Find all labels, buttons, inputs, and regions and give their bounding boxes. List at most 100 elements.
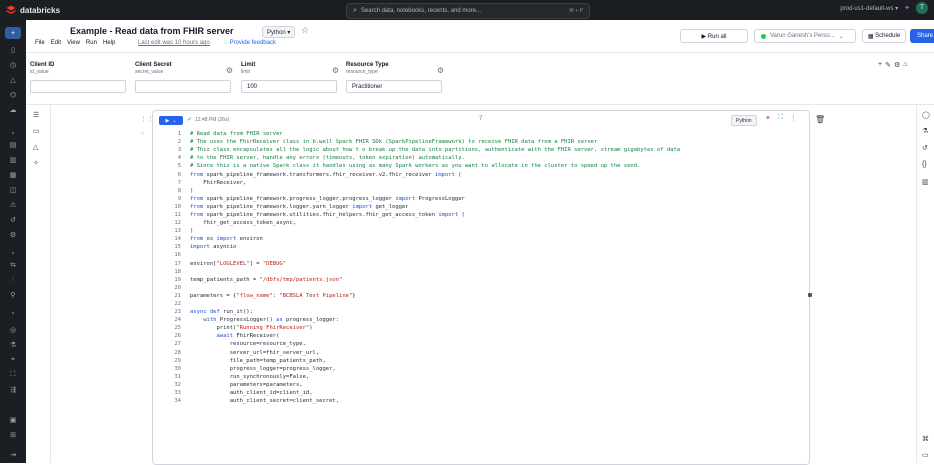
sql-editor-icon[interactable]: ▤ (8, 140, 18, 150)
code-line[interactable]: 18 (153, 268, 809, 276)
code-line[interactable]: 24 with ProgressLogger() as progress_log… (153, 316, 809, 324)
collapse-cell-icon[interactable]: ⌄ (140, 129, 145, 136)
schedule-button[interactable]: ▦ Schedule (862, 29, 906, 43)
code-cell[interactable]: ▶ ⌄ ✓ 12:48 PM (26s) 7 Python ✦ ⛶ ⋮ 1 # R… (152, 110, 810, 465)
favorite-star-icon[interactable]: ☆ (301, 25, 309, 36)
run-cell-button[interactable]: ▶ ⌄ (159, 116, 183, 125)
scrollbar-marker[interactable] (808, 293, 812, 297)
code-line[interactable]: 15 import asyncio (153, 243, 809, 251)
workspace-icon[interactable]: ▯ (8, 45, 18, 55)
shortcuts-icon[interactable]: ⌘ (922, 435, 929, 443)
code-line[interactable]: 29 file_path=temp_patients_path, (153, 357, 809, 365)
comments-icon[interactable]: ◯ (922, 111, 930, 119)
code-line[interactable]: 30 progress_logger=progress_logger, (153, 365, 809, 373)
code-line[interactable]: 34 auth_client_secret=client_secret, (153, 397, 809, 405)
code-line[interactable]: 22 (153, 300, 809, 308)
code-line[interactable]: 11 from spark_pipeline_framework.utilitie… (153, 211, 809, 219)
run-all-button[interactable]: ▶ Run all (680, 29, 748, 43)
share-button[interactable]: Share (910, 29, 934, 43)
code-line[interactable]: 5 # Since this is a native Spark class it… (153, 162, 809, 170)
code-line[interactable]: 23 async def run_it(): (153, 308, 809, 316)
assistant-icon[interactable]: ✦ (765, 114, 771, 122)
code-line[interactable]: 28 server_url=fhir_server_url, (153, 349, 809, 357)
collapse-sidebar-icon[interactable]: ⇥ (8, 450, 18, 460)
menu-file[interactable]: File (35, 40, 45, 46)
catalog-icon[interactable]: △ (8, 75, 18, 85)
code-line[interactable]: 3 # This class encapsulates all the logic… (153, 146, 809, 154)
workspace-switcher[interactable]: prod-us1-default-ws ▾ (840, 5, 898, 12)
code-line[interactable]: 4 # to the FHIR server, handle any errors… (153, 154, 809, 162)
menu-help[interactable]: Help (103, 40, 115, 46)
query-history-icon[interactable]: ↺ (8, 215, 18, 225)
pipelines-icon[interactable]: ⫶ (8, 275, 18, 285)
notebook-language-select[interactable]: Python ▾ (262, 26, 296, 38)
provide-feedback-link[interactable]: ◌ Provide feedback (224, 40, 276, 46)
table-of-contents-icon[interactable]: ☰ (33, 111, 39, 119)
new-icon[interactable]: + (5, 27, 21, 39)
version-history-icon[interactable]: ↺ (922, 144, 928, 152)
variables-icon[interactable]: {} (922, 161, 927, 168)
notebook-title[interactable]: Example - Read data from FHIR server (70, 26, 234, 36)
code-line[interactable]: 31 run_synchronously=False, (153, 373, 809, 381)
global-search[interactable]: ⌕ Search data, notebooks, recents, and m… (346, 3, 590, 19)
menu-view[interactable]: View (67, 40, 80, 46)
genie-icon[interactable]: ◫ (8, 185, 18, 195)
fullscreen-icon[interactable]: ⛶ (778, 114, 783, 122)
ingestion-icon[interactable]: ⇆ (8, 260, 18, 270)
code-line[interactable]: 21 parameters = {"flow_name": "BCBSLA Tes… (153, 292, 809, 300)
code-line[interactable]: 20 (153, 284, 809, 292)
features-icon[interactable]: ⌖ (8, 355, 18, 365)
add-widget-icon[interactable]: + (878, 61, 882, 69)
models-icon[interactable]: ⛶ (8, 370, 18, 380)
catalog-icon[interactable]: △ (33, 143, 38, 151)
partner-connect-icon[interactable]: ⊞ (8, 430, 18, 440)
limit-input[interactable]: 100 (241, 80, 337, 93)
cell-language-select[interactable]: Python (731, 115, 757, 126)
serving-icon[interactable]: ⇶ (8, 385, 18, 395)
code-line[interactable]: 2 # The uses the FhirReceiver class in b.… (153, 138, 809, 146)
code-line[interactable]: 26 await FhirReceiver( (153, 332, 809, 340)
trash-icon[interactable]: 🗑 (815, 115, 825, 124)
panel-toggle-icon[interactable]: ▭ (922, 451, 929, 459)
code-line[interactable]: 16 (153, 251, 809, 259)
databricks-logo[interactable]: databricks (6, 5, 60, 15)
last-edit-link[interactable]: Last edit was 10 hours ago (138, 40, 210, 46)
code-line[interactable]: 32 parameters=parameters, (153, 381, 809, 389)
queries-icon[interactable]: ▥ (8, 155, 18, 165)
edit-widget-icon[interactable]: ✎ (885, 61, 891, 69)
client-id-input[interactable] (30, 80, 126, 93)
marketplace-icon[interactable]: ▣ (8, 415, 18, 425)
assistant-icon[interactable]: ✧ (33, 159, 39, 167)
code-line[interactable]: 19 temp_patients_path = "/dbfs/tmp/patien… (153, 276, 809, 284)
dashboards-icon[interactable]: ▦ (8, 170, 18, 180)
gear-icon[interactable]: ⚙ (332, 66, 339, 75)
cluster-selector[interactable]: Varun Ganesh's Perso... ⌄ (754, 29, 856, 43)
libraries-icon[interactable]: ▥ (922, 178, 929, 186)
recents-icon[interactable]: ◷ (8, 60, 18, 70)
code-line[interactable]: 12 fhir_get_access_token_async, (153, 219, 809, 227)
code-line[interactable]: 13) (153, 227, 809, 235)
assistant-icon[interactable]: ✦ (904, 4, 910, 12)
compute-icon[interactable]: ☁ (8, 105, 18, 115)
code-editor[interactable]: 1 # Read data from FHIR server 2 # The uses… (153, 130, 809, 405)
widget-panel-icon[interactable]: ⌂ (903, 61, 907, 69)
resource-type-input[interactable]: Practitioner (346, 80, 442, 93)
code-line[interactable]: 1 # Read data from FHIR server (153, 130, 809, 138)
code-line[interactable]: 17 environ["LOGLEVEL"] = "DEBUG" (153, 260, 809, 268)
jobs-icon[interactable]: ⚲ (8, 290, 18, 300)
code-line[interactable]: 6 from spark_pipeline_framework.transform… (153, 170, 809, 178)
code-line[interactable]: 9 from spark_pipeline_framework.progress_… (153, 195, 809, 203)
code-line[interactable]: 14 from os import environ (153, 235, 809, 243)
client-secret-input[interactable] (135, 80, 231, 93)
warehouses-icon[interactable]: ⚙ (8, 230, 18, 240)
code-line[interactable]: 8) (153, 187, 809, 195)
folder-icon[interactable]: ▭ (33, 127, 40, 135)
menu-edit[interactable]: Edit (51, 40, 61, 46)
code-line[interactable]: 33 auth_client_id=client_id, (153, 389, 809, 397)
alerts-icon[interactable]: ⚠ (8, 200, 18, 210)
menu-run[interactable]: Run (86, 40, 97, 46)
code-line[interactable]: 25 print("Running FhirReceiver") (153, 324, 809, 332)
gear-icon[interactable]: ⚙ (226, 66, 233, 75)
code-line[interactable]: 27 resource=resource_type, (153, 340, 809, 348)
user-avatar[interactable]: T (916, 2, 928, 14)
